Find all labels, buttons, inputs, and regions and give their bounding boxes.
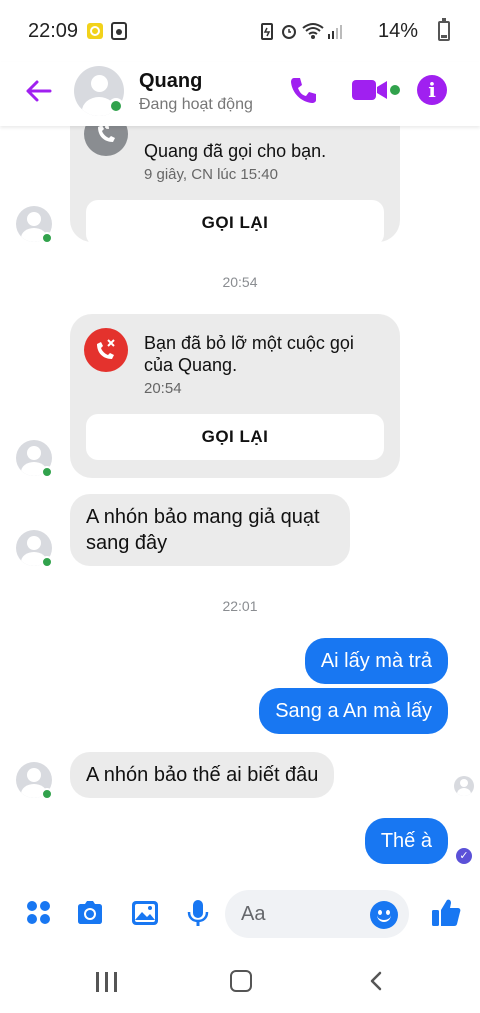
system-nav-bar <box>0 950 480 1013</box>
online-indicator <box>108 98 124 114</box>
microphone-icon[interactable] <box>183 898 213 928</box>
active-status: Đang hoạt động <box>139 96 253 113</box>
call-back-button[interactable]: GỌI LẠI <box>86 414 384 460</box>
call-text: Quang đã gọi cho bạn. <box>144 141 327 161</box>
conversation[interactable]: Quang đã gọi cho bạn. 9 giây, CN lúc 15:… <box>0 62 480 878</box>
missed-call-card: Bạn đã bỏ lỡ một cuộc gọi của Quang. 20:… <box>70 314 400 478</box>
camera-icon[interactable] <box>75 898 105 928</box>
chat-header: Quang Đang hoạt động i <box>0 62 480 126</box>
outgoing-message[interactable]: Sang a An mà lấy <box>259 688 448 734</box>
like-icon[interactable] <box>430 896 462 928</box>
seen-avatar <box>454 776 474 796</box>
delivered-check-icon: ✓ <box>456 848 472 864</box>
video-active-dot <box>390 85 400 95</box>
video-call-icon[interactable] <box>350 76 390 104</box>
screenshot-icon <box>111 22 127 40</box>
home-icon[interactable] <box>230 970 252 992</box>
recent-apps-icon[interactable] <box>96 972 118 992</box>
outgoing-message[interactable]: Ai lấy mà trả <box>304 638 448 684</box>
online-indicator <box>41 466 53 478</box>
outgoing-message[interactable]: Thế à <box>364 818 448 864</box>
phone-icon[interactable] <box>288 74 320 106</box>
timestamp: 20:54 <box>222 274 258 290</box>
contact-name[interactable]: Quang <box>139 70 202 93</box>
gallery-icon[interactable] <box>130 898 160 928</box>
online-indicator <box>41 556 53 568</box>
notification-app-icon <box>87 23 103 39</box>
incoming-message[interactable]: A nhón bảo mang giả quạt sang đây <box>70 494 350 566</box>
alarm-icon <box>282 25 296 39</box>
composer <box>0 878 480 950</box>
missed-call-icon <box>84 328 128 372</box>
battery-icon <box>438 18 450 41</box>
call-text: Bạn đã bỏ lỡ một cuộc gọi của Quang. <box>144 333 354 375</box>
menu-grid-icon[interactable] <box>24 898 54 928</box>
call-time: 20:54 <box>144 380 182 397</box>
incoming-message[interactable]: A nhón bảo thế ai biết đâu <box>70 752 335 798</box>
status-bar: 22:09 14% <box>0 0 480 62</box>
timestamp: 22:01 <box>222 598 258 614</box>
online-indicator <box>41 788 53 800</box>
signal-icon <box>328 25 342 39</box>
battery-percent: 14% <box>377 20 418 42</box>
status-time: 22:09 <box>28 20 79 42</box>
back-arrow-icon[interactable] <box>22 74 56 108</box>
online-indicator <box>41 232 53 244</box>
back-icon[interactable] <box>366 970 388 992</box>
battery-saver-icon <box>261 23 273 40</box>
emoji-icon[interactable] <box>370 901 398 929</box>
info-icon[interactable]: i <box>417 75 447 105</box>
call-duration: 9 giây, CN lúc 15:40 <box>144 166 278 183</box>
call-back-button[interactable]: GỌI LẠI <box>86 200 384 246</box>
wifi-icon <box>302 23 324 39</box>
